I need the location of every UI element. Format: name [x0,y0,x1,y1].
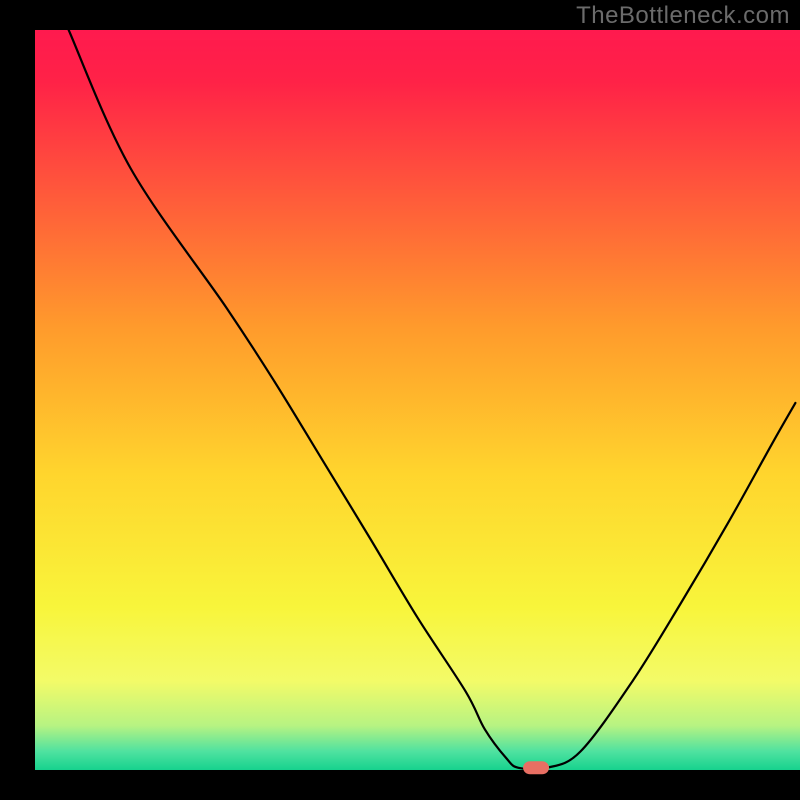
watermark-text: TheBottleneck.com [576,2,790,30]
chart-frame: { "watermark": "TheBottleneck.com", "cha… [0,0,800,800]
plot-background [35,30,800,770]
chart-svg [0,0,800,800]
optimal-point-marker [523,761,549,774]
